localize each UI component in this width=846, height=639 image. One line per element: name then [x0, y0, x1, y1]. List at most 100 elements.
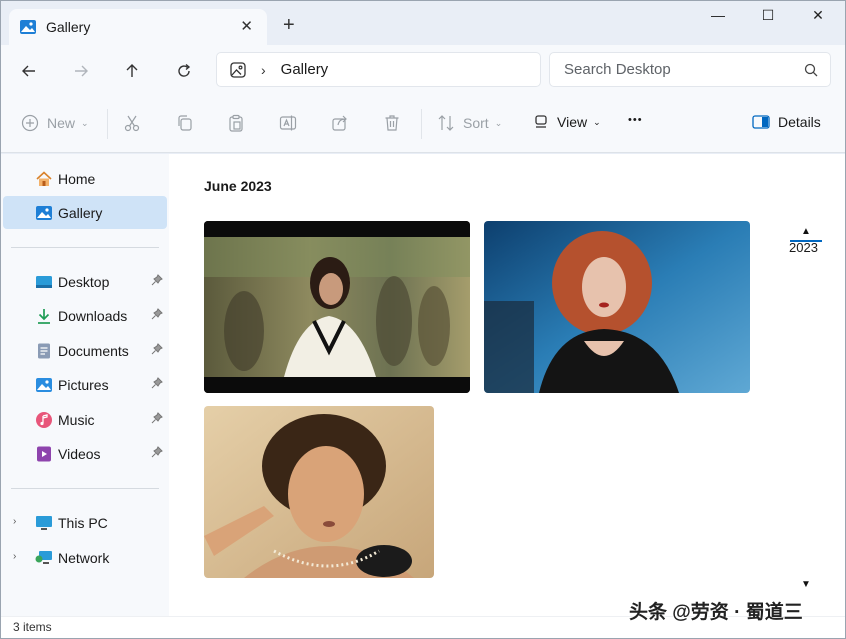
- chevron-down-icon: ⌄: [494, 117, 503, 128]
- close-window-button[interactable]: ✕: [803, 7, 833, 24]
- clipboard-icon: [229, 114, 243, 132]
- sidebar-item-label: Music: [58, 411, 95, 428]
- refresh-icon: [178, 63, 191, 77]
- see-more-button[interactable]: •••: [628, 114, 643, 126]
- sidebar-item-label: Pictures: [58, 376, 109, 393]
- sidebar-item-desktop[interactable]: Desktop: [3, 265, 167, 298]
- timeline-up-icon[interactable]: ▲: [801, 226, 811, 237]
- group-header: June 2023: [204, 178, 272, 194]
- minimize-button[interactable]: —: [703, 7, 733, 23]
- documents-icon: [35, 342, 53, 360]
- sort-icon: [438, 115, 454, 131]
- pin-icon[interactable]: [151, 412, 163, 424]
- sidebar-item-label: Documents: [58, 342, 129, 359]
- rename-button[interactable]: [279, 114, 297, 132]
- sidebar-item-network[interactable]: › Network: [3, 541, 167, 574]
- share-button[interactable]: [331, 114, 349, 132]
- chevron-right-icon[interactable]: ›: [261, 62, 266, 78]
- photo-image: [484, 221, 750, 393]
- gallery-outline-icon: [230, 61, 246, 78]
- new-button[interactable]: New ⌄: [21, 114, 89, 132]
- sidebar-divider: [11, 247, 159, 248]
- tab-title: Gallery: [46, 19, 91, 35]
- forward-button[interactable]: [69, 59, 93, 83]
- trash-icon: [385, 115, 399, 131]
- sidebar-item-label: Downloads: [58, 307, 128, 324]
- view-button[interactable]: View ⌄: [533, 114, 601, 130]
- pictures-icon: [35, 376, 53, 394]
- pin-icon[interactable]: [151, 377, 163, 389]
- address-bar[interactable]: › Gallery: [216, 52, 541, 87]
- gallery-icon: [35, 204, 53, 222]
- view-icon: [535, 115, 547, 128]
- music-icon: [35, 411, 53, 429]
- scissors-icon: [124, 115, 140, 132]
- arrow-left-icon: [22, 65, 35, 77]
- sidebar-item-label: This PC: [58, 514, 108, 531]
- tab-gallery[interactable]: Gallery ✕: [9, 9, 267, 45]
- command-bar: New ⌄ Sort ⌄ View ⌄ ••• Details: [1, 97, 845, 153]
- home-icon: [35, 170, 53, 188]
- maximize-button[interactable]: ☐: [753, 7, 783, 24]
- delete-button[interactable]: [383, 114, 401, 132]
- new-label: New: [47, 115, 76, 131]
- search-icon[interactable]: [804, 63, 818, 77]
- timeline-down-icon[interactable]: ▼: [801, 579, 811, 590]
- pin-icon[interactable]: [151, 343, 163, 355]
- sidebar-item-pictures[interactable]: Pictures: [3, 368, 167, 401]
- pin-icon[interactable]: [151, 274, 163, 286]
- chevron-down-icon: ⌄: [593, 116, 601, 127]
- sidebar-item-videos[interactable]: Videos: [3, 437, 167, 470]
- sidebar-item-documents[interactable]: Documents: [3, 334, 167, 367]
- timeline-year[interactable]: 2023: [789, 240, 818, 255]
- desktop-icon: [35, 273, 53, 291]
- details-label: Details: [778, 114, 821, 130]
- paste-button[interactable]: [227, 114, 245, 132]
- navigation-bar: › Gallery: [1, 45, 845, 97]
- view-label: View: [557, 114, 588, 130]
- sidebar-item-music[interactable]: Music: [3, 403, 167, 436]
- sidebar-item-label: Gallery: [58, 204, 103, 221]
- toolbar-divider: [421, 109, 422, 139]
- up-button[interactable]: [120, 59, 144, 83]
- search-input[interactable]: [564, 61, 794, 78]
- details-button[interactable]: Details: [752, 114, 821, 130]
- watermark: 头条 @劳资 · 蜀道三: [629, 602, 803, 623]
- sort-button[interactable]: Sort ⌄: [437, 114, 502, 132]
- chevron-down-icon: ⌄: [81, 117, 89, 128]
- network-icon: [35, 549, 53, 567]
- expand-chevron-icon[interactable]: ›: [13, 516, 16, 527]
- sidebar-item-downloads[interactable]: Downloads: [3, 299, 167, 332]
- cut-button[interactable]: [123, 114, 141, 132]
- plus-circle-icon: [21, 114, 39, 132]
- sidebar-item-label: Network: [58, 549, 110, 566]
- sidebar-item-this-pc[interactable]: › This PC: [3, 506, 167, 539]
- gallery-content: June 2023 ▲ 2023 ▼: [169, 154, 845, 616]
- sidebar-item-gallery[interactable]: Gallery: [3, 196, 167, 229]
- photo-image: [204, 406, 434, 578]
- photo-thumbnail[interactable]: [204, 406, 434, 578]
- copy-button[interactable]: [176, 114, 194, 132]
- photo-thumbnail[interactable]: [484, 221, 750, 393]
- arrow-right-icon: [75, 65, 88, 77]
- details-pane-icon: [752, 115, 770, 129]
- new-tab-button[interactable]: +: [283, 15, 295, 35]
- pin-icon[interactable]: [151, 308, 163, 320]
- pin-icon[interactable]: [151, 446, 163, 458]
- search-box[interactable]: [549, 52, 831, 87]
- toolbar-divider: [107, 109, 108, 139]
- expand-chevron-icon[interactable]: ›: [13, 551, 16, 562]
- refresh-button[interactable]: [172, 59, 196, 83]
- sidebar-item-label: Home: [58, 170, 96, 187]
- sidebar-item-label: Desktop: [58, 273, 110, 290]
- rename-icon: [279, 115, 297, 131]
- photo-thumbnail[interactable]: [204, 221, 470, 393]
- sidebar-item-home[interactable]: Home: [3, 162, 167, 195]
- navigation-pane: Home Gallery Desktop Downloads Documents…: [1, 154, 169, 616]
- close-tab-icon[interactable]: ✕: [240, 19, 253, 34]
- sidebar-divider: [11, 488, 159, 489]
- back-button[interactable]: [17, 59, 41, 83]
- this-pc-icon: [35, 514, 53, 532]
- breadcrumb-current[interactable]: Gallery: [281, 61, 329, 78]
- item-count: 3 items: [13, 620, 52, 634]
